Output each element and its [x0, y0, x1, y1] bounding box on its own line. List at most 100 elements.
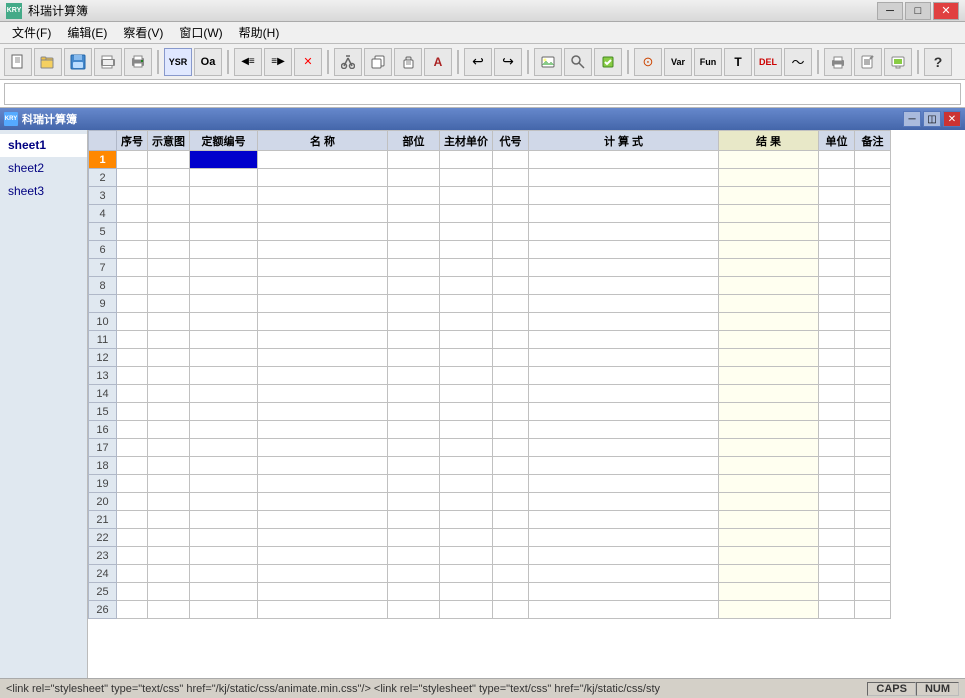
cell-result[interactable] [719, 511, 819, 529]
cell-formula[interactable] [529, 295, 719, 313]
cell-price[interactable] [440, 439, 493, 457]
cell-dept[interactable] [388, 367, 440, 385]
cell-unit[interactable] [819, 457, 855, 475]
cell-unit[interactable] [819, 241, 855, 259]
cell-note[interactable] [855, 295, 891, 313]
cell-unit[interactable] [819, 367, 855, 385]
cell-result[interactable] [719, 313, 819, 331]
table-row[interactable]: 16 [89, 421, 891, 439]
cell-price[interactable] [440, 421, 493, 439]
cell-formula[interactable] [529, 511, 719, 529]
cell-code[interactable] [493, 583, 529, 601]
cell-code[interactable] [493, 223, 529, 241]
cell-defnum[interactable] [190, 421, 258, 439]
cell-defnum[interactable] [190, 511, 258, 529]
cell-dept[interactable] [388, 493, 440, 511]
cell-code[interactable] [493, 151, 529, 169]
cell-formula[interactable] [529, 493, 719, 511]
header-name[interactable]: 名 称 [258, 131, 388, 151]
cell-formula[interactable] [529, 223, 719, 241]
menu-view[interactable]: 察看(V) [115, 22, 171, 43]
cell-formula[interactable] [529, 349, 719, 367]
cell-icon[interactable] [148, 367, 190, 385]
cell-name[interactable] [258, 169, 388, 187]
cell-seqnum[interactable] [117, 169, 148, 187]
cell-result[interactable] [719, 331, 819, 349]
formula-input[interactable] [4, 83, 961, 105]
screen-button[interactable] [884, 48, 912, 76]
cell-dept[interactable] [388, 403, 440, 421]
cell-icon[interactable] [148, 439, 190, 457]
cell-result[interactable] [719, 367, 819, 385]
cell-price[interactable] [440, 511, 493, 529]
cell-code[interactable] [493, 259, 529, 277]
cell-result[interactable] [719, 385, 819, 403]
cell-price[interactable] [440, 331, 493, 349]
table-row[interactable]: 3 [89, 187, 891, 205]
del-button[interactable]: DEL [754, 48, 782, 76]
cell-note[interactable] [855, 475, 891, 493]
table-row[interactable]: 7 [89, 259, 891, 277]
cell-code[interactable] [493, 475, 529, 493]
cell-result[interactable] [719, 277, 819, 295]
cell-code[interactable] [493, 511, 529, 529]
table-row[interactable]: 14 [89, 385, 891, 403]
cell-note[interactable] [855, 151, 891, 169]
cell-result[interactable] [719, 241, 819, 259]
cell-code[interactable] [493, 169, 529, 187]
cell-dept[interactable] [388, 259, 440, 277]
cell-note[interactable] [855, 367, 891, 385]
cell-unit[interactable] [819, 529, 855, 547]
cell-icon[interactable] [148, 403, 190, 421]
table-row[interactable]: 6 [89, 241, 891, 259]
cell-result[interactable] [719, 421, 819, 439]
cell-result[interactable] [719, 457, 819, 475]
header-icon[interactable]: 示意图 [148, 131, 190, 151]
cell-dept[interactable] [388, 151, 440, 169]
table-row[interactable]: 11 [89, 331, 891, 349]
menu-window[interactable]: 窗口(W) [171, 22, 230, 43]
inner-close-button[interactable]: ✕ [943, 111, 961, 127]
cell-price[interactable] [440, 313, 493, 331]
cell-unit[interactable] [819, 385, 855, 403]
cell-unit[interactable] [819, 331, 855, 349]
cell-unit[interactable] [819, 439, 855, 457]
cell-note[interactable] [855, 601, 891, 619]
cell-note[interactable] [855, 439, 891, 457]
cell-note[interactable] [855, 349, 891, 367]
cell-seqnum[interactable] [117, 547, 148, 565]
cell-unit[interactable] [819, 421, 855, 439]
ysr-button[interactable]: YSR [164, 48, 192, 76]
cell-icon[interactable] [148, 421, 190, 439]
cell-icon[interactable] [148, 259, 190, 277]
cell-note[interactable] [855, 457, 891, 475]
cell-seqnum[interactable] [117, 475, 148, 493]
cell-icon[interactable] [148, 385, 190, 403]
cell-note[interactable] [855, 529, 891, 547]
cell-result[interactable] [719, 205, 819, 223]
cell-icon[interactable] [148, 583, 190, 601]
cell-unit[interactable] [819, 151, 855, 169]
minimize-button[interactable]: ─ [877, 2, 903, 20]
cell-seqnum[interactable] [117, 385, 148, 403]
cell-price[interactable] [440, 367, 493, 385]
cell-formula[interactable] [529, 403, 719, 421]
cell-name[interactable] [258, 601, 388, 619]
table-row[interactable]: 12 [89, 349, 891, 367]
cell-defnum[interactable] [190, 385, 258, 403]
cell-price[interactable] [440, 277, 493, 295]
table-row[interactable]: 26 [89, 601, 891, 619]
cell-defnum[interactable] [190, 331, 258, 349]
cell-note[interactable] [855, 565, 891, 583]
cell-defnum[interactable] [190, 565, 258, 583]
cell-name[interactable] [258, 349, 388, 367]
cell-seqnum[interactable] [117, 295, 148, 313]
cell-code[interactable] [493, 457, 529, 475]
cell-dept[interactable] [388, 583, 440, 601]
spreadsheet[interactable]: 序号 示意图 定额编号 名 称 部位 主材单价 代号 计 算 式 结 果 单位 [88, 130, 965, 678]
cell-note[interactable] [855, 223, 891, 241]
cell-defnum[interactable] [190, 547, 258, 565]
cell-result[interactable] [719, 601, 819, 619]
header-formula[interactable]: 计 算 式 [529, 131, 719, 151]
cell-name[interactable] [258, 295, 388, 313]
